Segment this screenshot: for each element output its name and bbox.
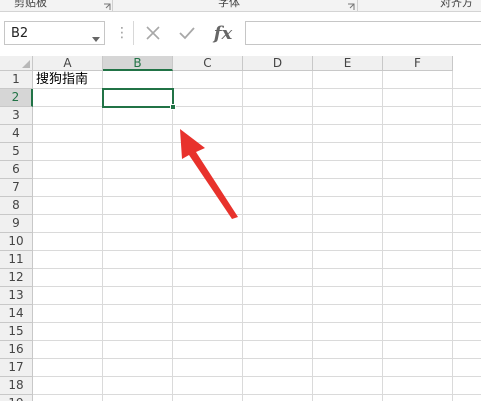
ribbon-group-labels: 剪贴板 字体 对齐方 bbox=[0, 0, 481, 12]
insert-function-button[interactable]: fx bbox=[210, 22, 236, 44]
fx-label: fx bbox=[213, 22, 233, 44]
ribbon-group-divider bbox=[112, 0, 113, 11]
formula-bar-area: B2 ⋮ fx bbox=[0, 12, 481, 56]
name-box-value: B2 bbox=[11, 26, 29, 41]
ribbon-group-divider bbox=[357, 0, 358, 11]
check-icon[interactable] bbox=[174, 22, 200, 44]
more-options-dots-icon[interactable]: ⋮ bbox=[115, 21, 129, 45]
clipboard-dialog-launcher-icon[interactable] bbox=[103, 0, 111, 10]
formula-input[interactable] bbox=[245, 21, 481, 45]
close-icon[interactable] bbox=[140, 22, 166, 44]
ribbon-group-alignment-label: 对齐方 bbox=[440, 0, 473, 9]
ribbon-group-font-label: 字体 bbox=[218, 0, 240, 9]
name-box[interactable]: B2 bbox=[4, 21, 105, 45]
worksheet-grid: ABCDEF 12345678910111213141516171819 搜狗指… bbox=[0, 56, 481, 401]
annotation-arrow-icon bbox=[180, 129, 238, 219]
chevron-down-icon[interactable] bbox=[92, 31, 100, 45]
ribbon-group-clipboard-label: 剪贴板 bbox=[14, 0, 47, 9]
font-dialog-launcher-icon[interactable] bbox=[347, 0, 355, 10]
formula-bar-buttons: fx bbox=[133, 21, 241, 45]
